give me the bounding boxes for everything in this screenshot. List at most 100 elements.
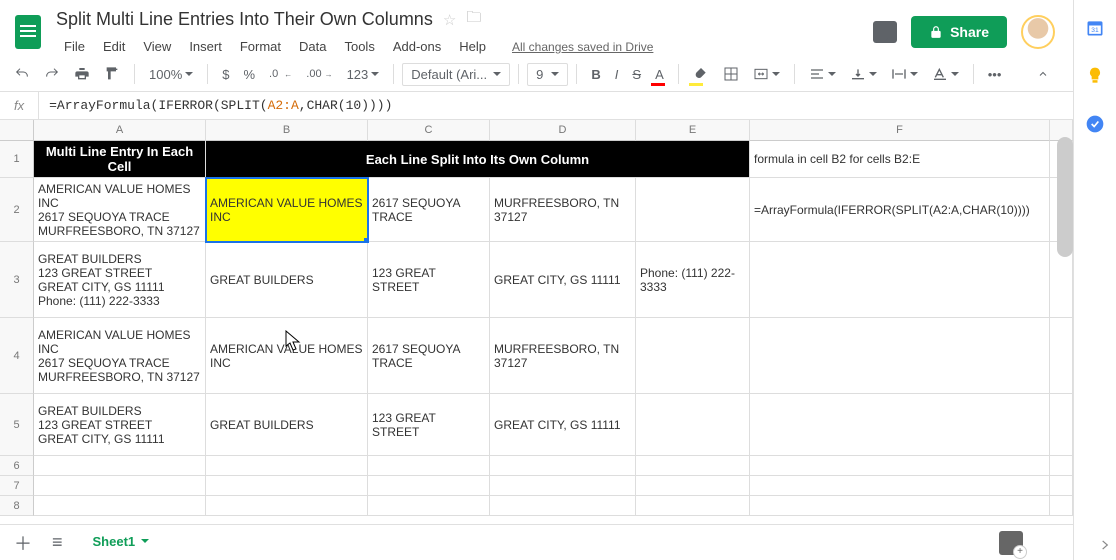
keep-icon[interactable] <box>1085 66 1105 86</box>
cell-d8[interactable] <box>490 496 636 516</box>
cell-f6[interactable] <box>750 456 1050 476</box>
cell-a5[interactable]: GREAT BUILDERS 123 GREAT STREET GREAT CI… <box>34 394 206 456</box>
cell-c5[interactable]: 123 GREAT STREET <box>368 394 490 456</box>
cell-b4[interactable]: AMERICAN VALUE HOMES INC <box>206 318 368 394</box>
calendar-icon[interactable]: 31 <box>1085 18 1105 38</box>
col-head-a[interactable]: A <box>34 120 206 141</box>
row-head-4[interactable]: 4 <box>0 318 34 394</box>
cell-f4[interactable] <box>750 318 1050 394</box>
undo-button[interactable] <box>8 61 36 87</box>
col-head-f[interactable]: F <box>750 120 1050 141</box>
add-sheet-button[interactable]: ＋ <box>14 530 32 556</box>
account-avatar[interactable] <box>1021 15 1055 49</box>
tasks-icon[interactable] <box>1085 114 1105 134</box>
paint-format-button[interactable] <box>98 61 126 87</box>
cell-e2[interactable] <box>636 178 750 242</box>
cell-d7[interactable] <box>490 476 636 496</box>
format-percent[interactable]: % <box>237 62 261 87</box>
cell-f3[interactable] <box>750 242 1050 318</box>
vertical-align-button[interactable] <box>844 62 883 86</box>
cell-d3[interactable]: GREAT CITY, GS 11111 <box>490 242 636 318</box>
cell-f7[interactable] <box>750 476 1050 496</box>
cell-blank-8[interactable] <box>1050 496 1073 516</box>
formula-input[interactable]: =ArrayFormula(IFERROR(SPLIT(A2:A,CHAR(10… <box>39 98 392 113</box>
col-head-d[interactable]: D <box>490 120 636 141</box>
horizontal-align-button[interactable] <box>803 63 842 85</box>
row-head-7[interactable]: 7 <box>0 476 34 496</box>
sheets-logo[interactable] <box>8 12 48 52</box>
cell-d2[interactable]: MURFREESBORO, TN 37127 <box>490 178 636 242</box>
row-head-6[interactable]: 6 <box>0 456 34 476</box>
cell-a6[interactable] <box>34 456 206 476</box>
row-head-1[interactable]: 1 <box>0 141 34 178</box>
cell-b7[interactable] <box>206 476 368 496</box>
cell-blank-5[interactable] <box>1050 394 1073 456</box>
fill-color-button[interactable] <box>687 61 715 87</box>
fx-label[interactable]: fx <box>0 92 39 119</box>
cell-b6[interactable] <box>206 456 368 476</box>
menu-tools[interactable]: Tools <box>336 36 382 57</box>
cell-e4[interactable] <box>636 318 750 394</box>
increase-decimal[interactable]: .00→ <box>300 63 338 85</box>
menu-file[interactable]: File <box>56 36 93 57</box>
menu-data[interactable]: Data <box>291 36 334 57</box>
menu-addons[interactable]: Add-ons <box>385 36 449 57</box>
cell-a1[interactable]: Multi Line Entry In Each Cell <box>34 141 206 178</box>
cell-a7[interactable] <box>34 476 206 496</box>
cell-c7[interactable] <box>368 476 490 496</box>
italic-button[interactable]: I <box>609 62 625 87</box>
folder-icon[interactable]: 🗀 <box>466 7 481 32</box>
cell-blank-7[interactable] <box>1050 476 1073 496</box>
cell-c3[interactable]: 123 GREAT STREET <box>368 242 490 318</box>
row-head-3[interactable]: 3 <box>0 242 34 318</box>
row-head-2[interactable]: 2 <box>0 178 34 242</box>
cell-e3[interactable]: Phone: (111) 222-3333 <box>636 242 750 318</box>
cell-b1-e1[interactable]: Each Line Split Into Its Own Column <box>206 141 750 178</box>
cell-a2[interactable]: AMERICAN VALUE HOMES INC 2617 SEQUOYA TR… <box>34 178 206 242</box>
star-icon[interactable]: ☆ <box>443 11 456 29</box>
zoom-dropdown[interactable]: 100% <box>143 62 199 87</box>
cell-a8[interactable] <box>34 496 206 516</box>
col-head-c[interactable]: C <box>368 120 490 141</box>
cell-c6[interactable] <box>368 456 490 476</box>
cell-c2[interactable]: 2617 SEQUOYA TRACE <box>368 178 490 242</box>
cell-f2[interactable]: =ArrayFormula(IFERROR(SPLIT(A2:A,CHAR(10… <box>750 178 1050 242</box>
cell-a3[interactable]: GREAT BUILDERS 123 GREAT STREET GREAT CI… <box>34 242 206 318</box>
merge-cells-button[interactable] <box>747 61 786 87</box>
scroll-right-icon[interactable] <box>1098 538 1112 552</box>
cell-b5[interactable]: GREAT BUILDERS <box>206 394 368 456</box>
menu-view[interactable]: View <box>135 36 179 57</box>
cell-f1[interactable]: formula in cell B2 for cells B2:E <box>750 141 1050 178</box>
more-formats[interactable]: 123 <box>341 62 386 87</box>
menu-edit[interactable]: Edit <box>95 36 133 57</box>
comments-icon[interactable] <box>873 21 897 43</box>
text-rotation-button[interactable] <box>926 62 965 86</box>
font-family-dropdown[interactable]: Default (Ari... <box>402 63 510 86</box>
cell-e5[interactable] <box>636 394 750 456</box>
cell-blank-4[interactable] <box>1050 318 1073 394</box>
sheet-tab-sheet1[interactable]: Sheet1 <box>83 528 160 557</box>
cell-blank-6[interactable] <box>1050 456 1073 476</box>
col-head-e[interactable]: E <box>636 120 750 141</box>
print-button[interactable] <box>68 61 96 87</box>
explore-button[interactable] <box>999 531 1023 555</box>
collapse-toolbar-button[interactable] <box>1031 63 1055 85</box>
cell-b2[interactable]: AMERICAN VALUE HOMES INC <box>206 178 368 242</box>
bold-button[interactable]: B <box>585 62 606 87</box>
more-toolbar-button[interactable]: ••• <box>982 62 1008 87</box>
cell-d5[interactable]: GREAT CITY, GS 11111 <box>490 394 636 456</box>
text-wrap-button[interactable] <box>885 62 924 86</box>
menu-insert[interactable]: Insert <box>181 36 230 57</box>
redo-button[interactable] <box>38 61 66 87</box>
vertical-scrollbar[interactable] <box>1057 137 1073 257</box>
cell-f5[interactable] <box>750 394 1050 456</box>
select-all-corner[interactable] <box>0 120 34 141</box>
cell-e6[interactable] <box>636 456 750 476</box>
cell-a4[interactable]: AMERICAN VALUE HOMES INC 2617 SEQUOYA TR… <box>34 318 206 394</box>
all-sheets-button[interactable]: ≡ <box>52 532 63 553</box>
cell-c4[interactable]: 2617 SEQUOYA TRACE <box>368 318 490 394</box>
row-head-8[interactable]: 8 <box>0 496 34 516</box>
cell-d6[interactable] <box>490 456 636 476</box>
cell-e7[interactable] <box>636 476 750 496</box>
cell-f8[interactable] <box>750 496 1050 516</box>
